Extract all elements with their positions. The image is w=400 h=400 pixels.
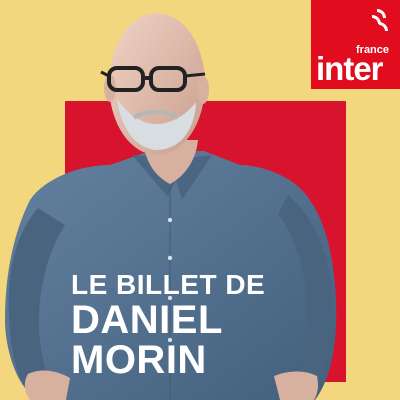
radio-logo-icon	[372, 9, 388, 31]
podcast-cover: france inter LE BILLET DE DANIEL MORIN	[0, 0, 400, 400]
cover-title-line-3: MORIN	[71, 338, 207, 382]
france-inter-logo: france inter	[311, 0, 400, 89]
cover-title-line-1: LE BILLET DE	[71, 269, 266, 300]
cover-title-line-2: DANIEL	[71, 298, 223, 342]
cover-title: LE BILLET DE DANIEL MORIN	[71, 269, 311, 382]
brand-big-text: inter	[316, 50, 384, 87]
